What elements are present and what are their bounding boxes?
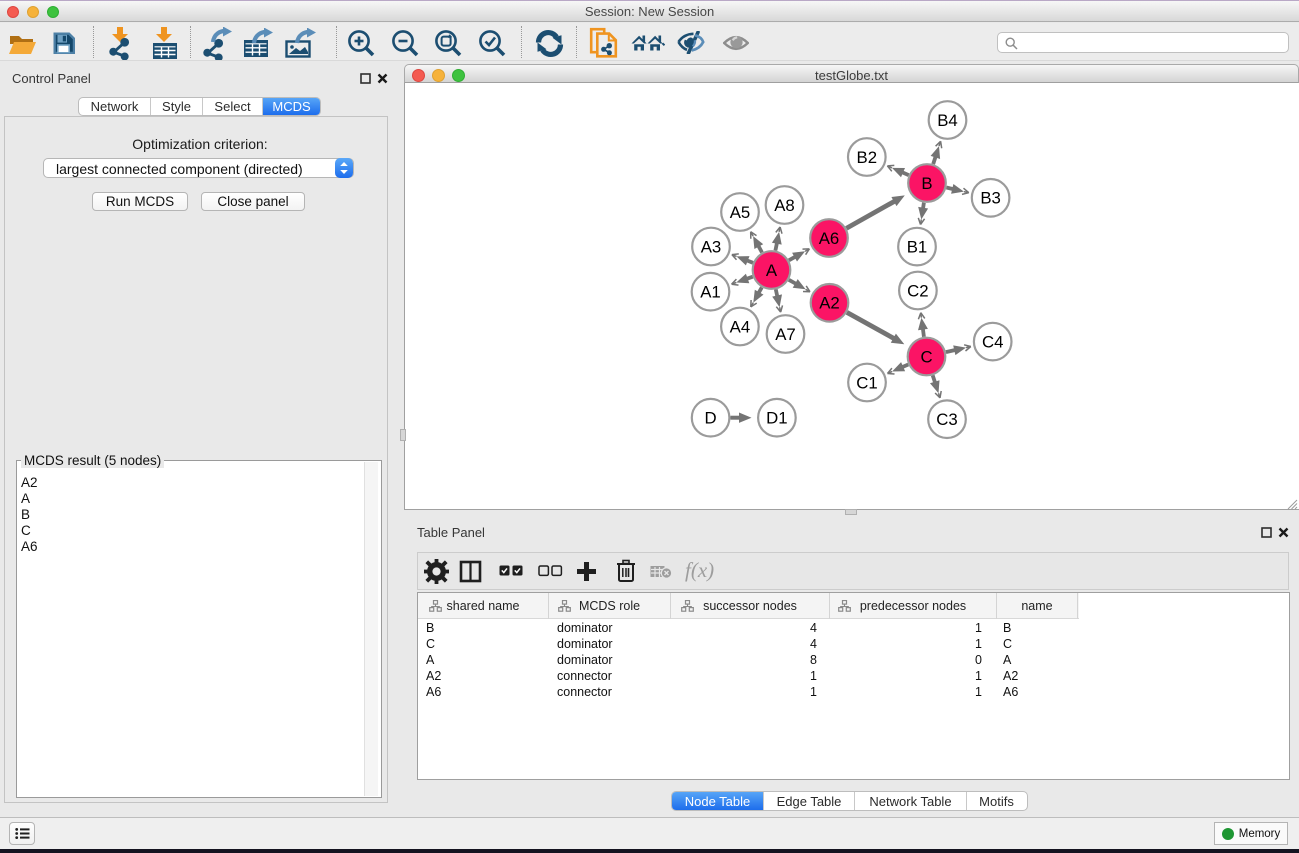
svg-text:C1: C1 — [856, 373, 877, 392]
svg-text:C4: C4 — [982, 332, 1003, 351]
svg-text:B2: B2 — [857, 148, 878, 167]
svg-text:A4: A4 — [730, 317, 751, 336]
svg-text:B4: B4 — [937, 111, 958, 130]
svg-text:A5: A5 — [730, 203, 751, 222]
svg-text:C: C — [920, 347, 932, 366]
svg-text:B3: B3 — [980, 189, 1001, 208]
svg-text:B1: B1 — [907, 237, 928, 256]
svg-text:A: A — [766, 261, 778, 280]
svg-text:C2: C2 — [907, 281, 928, 300]
svg-text:A3: A3 — [701, 237, 722, 256]
svg-text:D1: D1 — [766, 409, 787, 428]
svg-text:A2: A2 — [819, 294, 840, 313]
svg-text:A7: A7 — [775, 325, 796, 344]
svg-text:A6: A6 — [819, 229, 840, 248]
svg-text:B: B — [921, 174, 932, 193]
svg-text:A8: A8 — [774, 196, 795, 215]
svg-text:D: D — [705, 409, 717, 428]
svg-text:C3: C3 — [936, 410, 957, 429]
svg-text:A1: A1 — [700, 283, 721, 302]
